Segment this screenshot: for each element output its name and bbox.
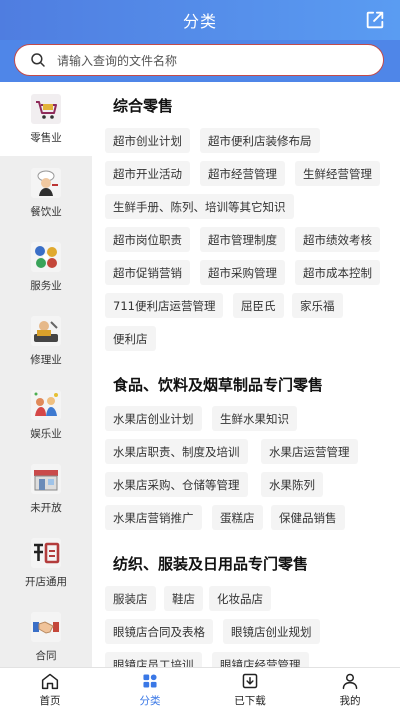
tag-item[interactable]: 超市采购管理 — [200, 260, 285, 285]
page-title: 分类 — [182, 12, 217, 31]
tag-item[interactable]: 超市经营管理 — [200, 161, 285, 186]
tag-item[interactable]: 超市创业计划 — [105, 128, 190, 153]
tab-profile[interactable]: 我的 — [300, 668, 400, 711]
tag-item[interactable]: 便利店 — [105, 326, 156, 351]
tag-item[interactable]: 水果店采购、仓储等管理 — [105, 472, 248, 497]
sidebar-item-service[interactable]: 服务业 — [0, 230, 92, 304]
tag-item[interactable]: 服装店 — [105, 586, 156, 611]
category-icon — [143, 673, 157, 688]
tag-item[interactable]: 水果店职责、制度及培训 — [105, 439, 248, 464]
tag-item[interactable]: 鞋店 — [164, 586, 203, 611]
home-icon — [41, 673, 59, 689]
tag-item[interactable]: 眼镜店合同及表格 — [105, 619, 213, 644]
tag-item[interactable]: 超市管理制度 — [200, 227, 285, 252]
tag-item[interactable]: 水果店营销推广 — [105, 505, 202, 530]
tag-item[interactable]: 家乐福 — [292, 293, 343, 318]
search-placeholder: 请输入查询的文件名称 — [57, 53, 178, 68]
sidebar-item-contract[interactable]: 合同 — [0, 600, 92, 667]
gears-icon — [31, 242, 61, 272]
tag-item[interactable]: 水果店创业计划 — [105, 406, 202, 431]
tag-item[interactable]: 保健品销售 — [271, 505, 345, 530]
category-sidebar: 零售业 餐饮业 服务业 修理业 娱乐业 未开放 开店通用 合同 — [0, 82, 92, 667]
tab-downloaded[interactable]: 已下载 — [200, 668, 300, 711]
search-icon — [31, 53, 45, 67]
top-bar: 分类 — [0, 0, 400, 40]
sidebar-item-not-open[interactable]: 未开放 — [0, 452, 92, 526]
category-content: 综合零售 超市创业计划 超市便利店装修布局 超市开业活动 超市经营管理 生鲜经营… — [92, 82, 400, 667]
tag-item[interactable]: 水果店运营管理 — [261, 439, 358, 464]
share-icon[interactable] — [364, 9, 386, 31]
search-input[interactable]: 请输入查询的文件名称 — [14, 44, 384, 76]
tab-home[interactable]: 首页 — [0, 668, 100, 711]
sidebar-item-general[interactable]: 开店通用 — [0, 526, 92, 600]
shop-sign-icon — [31, 538, 61, 568]
tag-item[interactable]: 超市绩效考核 — [295, 227, 380, 252]
sidebar-item-catering[interactable]: 餐饮业 — [0, 156, 92, 230]
section-title: 纺织、服装及日用品专门零售 — [113, 555, 309, 573]
tag-item[interactable]: 眼镜店创业规划 — [223, 619, 320, 644]
chef-icon — [31, 168, 61, 198]
tag-item[interactable]: 超市便利店装修布局 — [200, 128, 320, 153]
tag-item[interactable]: 化妆品店 — [209, 586, 271, 611]
sidebar-item-retail[interactable]: 零售业 — [0, 82, 92, 156]
tag-item[interactable]: 生鲜经营管理 — [295, 161, 380, 186]
tag-item[interactable]: 超市促销营销 — [105, 260, 190, 285]
tag-item[interactable]: 超市成本控制 — [295, 260, 380, 285]
bottom-tab-bar: 首页 分类 已下载 我的 — [0, 667, 400, 711]
cart-icon — [31, 94, 61, 124]
tag-item[interactable]: 屈臣氏 — [233, 293, 284, 318]
tag-item[interactable]: 超市岗位职责 — [105, 227, 190, 252]
tag-item[interactable]: 生鲜手册、陈列、培训等其它知识 — [105, 194, 294, 219]
mechanic-icon — [31, 316, 61, 346]
party-icon — [31, 390, 61, 420]
tag-item[interactable]: 生鲜水果知识 — [212, 406, 297, 431]
tag-item[interactable]: 蛋糕店 — [212, 505, 263, 530]
section-title: 综合零售 — [113, 97, 174, 115]
profile-icon — [342, 673, 358, 689]
sidebar-item-repair[interactable]: 修理业 — [0, 304, 92, 378]
tag-item[interactable]: 眼镜店经营管理 — [212, 652, 309, 667]
section-title: 食品、饮料及烟草制品专门零售 — [113, 376, 324, 394]
handshake-icon — [31, 612, 61, 642]
tag-item[interactable]: 水果陈列 — [261, 472, 323, 497]
download-icon — [242, 673, 258, 688]
tag-item[interactable]: 眼镜店员工培训 — [105, 652, 202, 667]
tab-category[interactable]: 分类 — [100, 668, 200, 711]
tag-item[interactable]: 711便利店运营管理 — [105, 293, 224, 318]
sidebar-item-entertainment[interactable]: 娱乐业 — [0, 378, 92, 452]
tag-item[interactable]: 超市开业活动 — [105, 161, 190, 186]
storefront-icon — [31, 464, 61, 494]
